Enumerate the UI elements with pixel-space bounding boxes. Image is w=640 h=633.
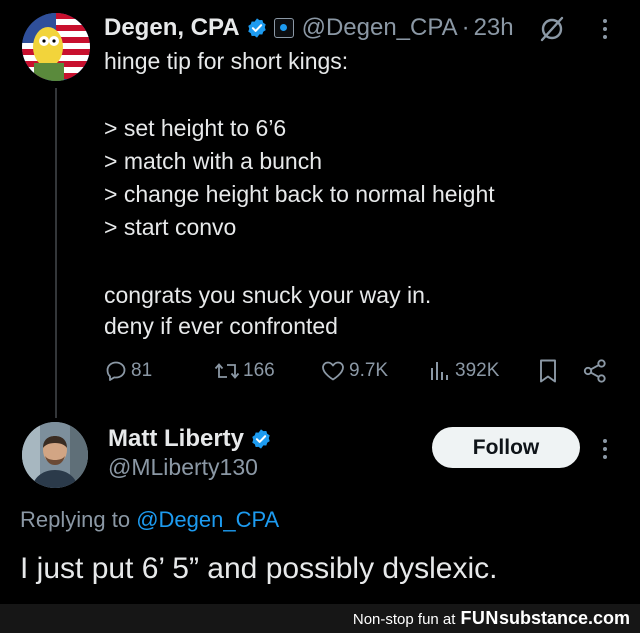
tweet-header: Degen, CPA @Degen_CPA · 23h — [104, 14, 514, 42]
retweet-icon — [214, 363, 240, 379]
reply-author-name-row: Matt Liberty — [108, 425, 272, 453]
author-name[interactable]: Degen, CPA — [104, 14, 240, 42]
like-button[interactable]: 9.7K — [320, 356, 388, 386]
share-icon[interactable] — [582, 358, 608, 384]
tweet-text-line: hinge tip for short kings: — [104, 48, 349, 74]
tweet-text-line: > match with a bunch — [104, 148, 322, 174]
watermark-brand-substance: substance — [498, 608, 588, 628]
verified-badge-icon — [252, 429, 270, 449]
like-count: 9.7K — [349, 360, 389, 381]
tweet-text-line: > set height to 6’6 — [104, 115, 287, 141]
author-handle[interactable]: @Degen_CPA — [302, 14, 458, 42]
follow-button[interactable]: Follow — [432, 427, 580, 468]
watermark-brand-fun: FUN — [460, 608, 499, 628]
tweet-time[interactable]: 23h — [474, 14, 514, 42]
replying-to: Replying to @Degen_CPA — [20, 507, 279, 533]
reply-button[interactable]: 81 — [104, 356, 152, 386]
watermark: Non-stop fun at FUN substance .com — [353, 608, 630, 629]
reply-text: I just put 6’ 5” and possibly dyslexic. — [20, 552, 498, 585]
replying-prefix: Replying to — [20, 507, 131, 532]
author-avatar[interactable] — [22, 13, 90, 81]
reply-icon — [106, 361, 126, 381]
like-icon — [322, 361, 344, 381]
more-icon[interactable] — [598, 436, 612, 462]
more-icon[interactable] — [598, 16, 612, 42]
views-count: 392K — [455, 360, 500, 381]
views-icon — [431, 362, 448, 380]
tweet-text-line: > start convo — [104, 214, 237, 240]
grok-icon[interactable] — [538, 15, 566, 43]
reply-author-name[interactable]: Matt Liberty — [108, 425, 244, 453]
tweet-text-line: deny if ever confronted — [104, 313, 338, 339]
retweet-count: 166 — [243, 360, 275, 381]
bookmark-icon[interactable] — [537, 358, 559, 384]
separator: · — [461, 14, 470, 41]
retweet-button[interactable]: 166 — [214, 356, 275, 386]
reply-author-avatar[interactable] — [22, 422, 88, 488]
reply-count: 81 — [131, 360, 153, 381]
views-button[interactable]: 392K — [428, 356, 499, 386]
affiliate-badge-icon[interactable] — [273, 18, 294, 38]
replying-mention-link[interactable]: @Degen_CPA — [136, 507, 279, 532]
tweet-text-line: congrats you snuck your way in. — [104, 282, 432, 308]
reply-author-handle[interactable]: @MLiberty130 — [108, 454, 258, 481]
tweet-text-line: > change height back to normal height — [104, 181, 495, 207]
watermark-brand-com: .com — [587, 608, 630, 628]
watermark-tagline: Non-stop fun at — [352, 611, 456, 628]
thread-line — [55, 88, 57, 418]
verified-badge-icon — [247, 18, 266, 38]
